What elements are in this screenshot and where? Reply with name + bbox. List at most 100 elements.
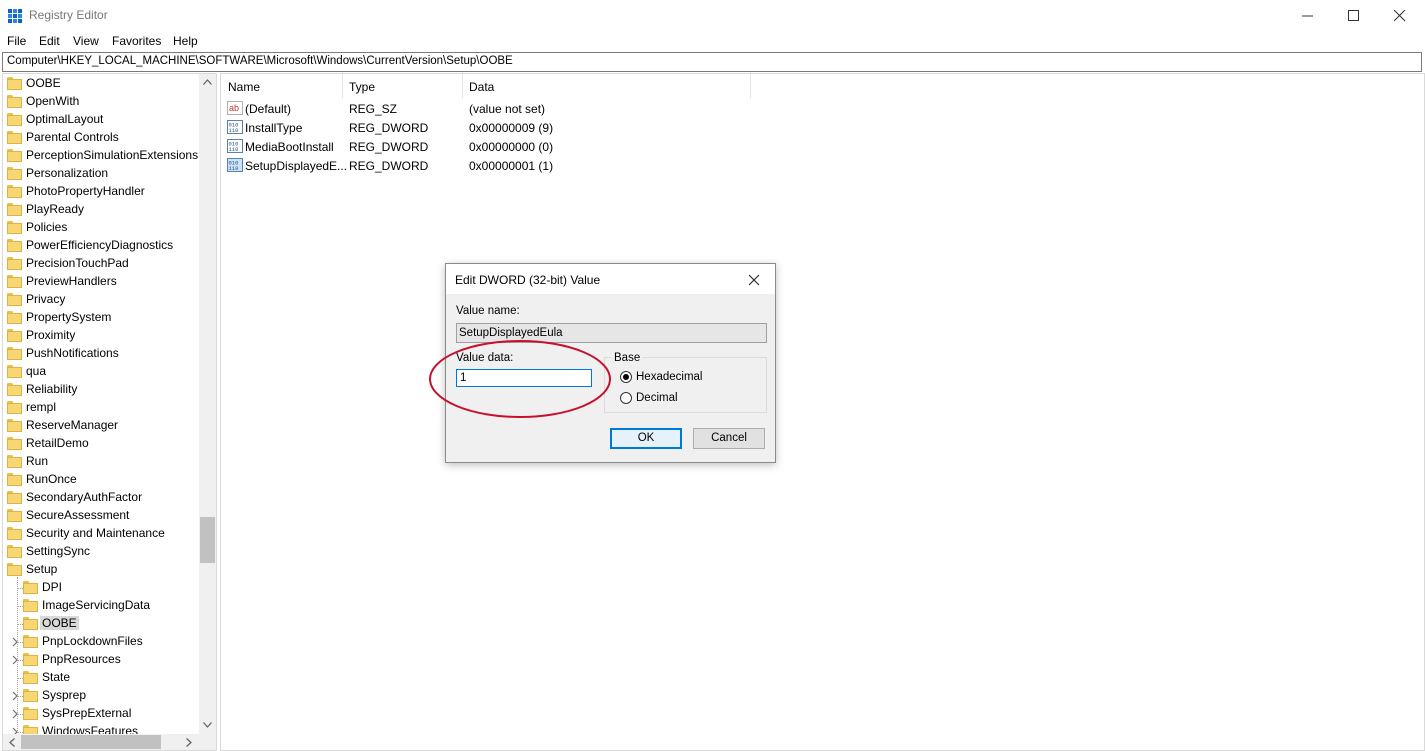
- expand-chevron-icon[interactable]: [10, 690, 20, 702]
- column-header-data[interactable]: Data: [462, 74, 751, 98]
- tree-item-label: SecureAssessment: [26, 508, 130, 522]
- minimize-icon: [1302, 15, 1313, 17]
- folder-icon: [7, 383, 22, 396]
- tree-item-optimallayout[interactable]: OptimalLayout: [3, 111, 199, 129]
- dialog-title: Edit DWORD (32-bit) Value: [455, 273, 601, 287]
- value-row[interactable]: ab (Default) REG_SZ (value not set): [221, 99, 821, 118]
- value-data-cell: 0x00000000 (0): [469, 140, 554, 154]
- ok-button[interactable]: OK: [610, 428, 682, 449]
- value-row[interactable]: 010 110 SetupDisplayedE... REG_DWORD 0x00000…: [221, 156, 821, 175]
- expand-chevron-icon[interactable]: [10, 654, 20, 666]
- expand-chevron-icon[interactable]: [10, 726, 20, 734]
- tree-item-openwith[interactable]: OpenWith: [3, 93, 199, 111]
- menu-favorites[interactable]: Favorites: [112, 34, 161, 48]
- tree-item-playready[interactable]: PlayReady: [3, 201, 199, 219]
- folder-icon: [7, 491, 22, 504]
- tree-item-run[interactable]: Run: [3, 453, 199, 471]
- scroll-right-icon[interactable]: [186, 738, 192, 747]
- menu-file[interactable]: File: [7, 34, 26, 48]
- decimal-label[interactable]: Decimal: [636, 392, 678, 404]
- tree-item-windowsfeatures[interactable]: WindowsFeatures: [3, 723, 199, 734]
- scrollbar-corner: [199, 734, 216, 750]
- tree-item-photopropertyhandler[interactable]: PhotoPropertyHandler: [3, 183, 199, 201]
- dialog-close-icon[interactable]: [746, 272, 762, 288]
- tree-item-label: Reliability: [26, 382, 78, 396]
- tree-horizontal-scroll-thumb[interactable]: [21, 735, 161, 749]
- tree-item-dpi[interactable]: DPI: [3, 579, 199, 597]
- tree-item-policies[interactable]: Policies: [3, 219, 199, 237]
- tree-item-imageservicingdata[interactable]: ImageServicingData: [3, 597, 199, 615]
- cancel-button[interactable]: Cancel: [693, 428, 765, 449]
- tree-item-precisiontouchpad[interactable]: PrecisionTouchPad: [3, 255, 199, 273]
- tree-item-proximity[interactable]: Proximity: [3, 327, 199, 345]
- minimize-button[interactable]: [1285, 0, 1331, 31]
- menu-view[interactable]: View: [73, 34, 99, 48]
- tree-item-security-and-maintenance[interactable]: Security and Maintenance: [3, 525, 199, 543]
- tree-item-previewhandlers[interactable]: PreviewHandlers: [3, 273, 199, 291]
- value-name-cell: SetupDisplayedE...: [245, 159, 348, 173]
- value-row[interactable]: 010 110 MediaBootInstall REG_DWORD 0x0000000…: [221, 137, 821, 156]
- folder-icon: [7, 149, 22, 162]
- scroll-up-icon[interactable]: [203, 79, 212, 85]
- tree-item-powerefficiencydiagnostics[interactable]: PowerEfficiencyDiagnostics: [3, 237, 199, 255]
- menu-help[interactable]: Help: [173, 34, 198, 48]
- tree-item-privacy[interactable]: Privacy: [3, 291, 199, 309]
- menu-edit[interactable]: Edit: [39, 34, 60, 48]
- tree-item-personalization[interactable]: Personalization: [3, 165, 199, 183]
- folder-icon: [23, 617, 38, 630]
- folder-icon: [7, 257, 22, 270]
- tree-vertical-scrollbar[interactable]: [199, 74, 216, 734]
- tree-item-label: PushNotifications: [26, 346, 119, 360]
- menu-bar: File Edit View Favorites Help: [0, 31, 1425, 51]
- column-header-type[interactable]: Type: [342, 74, 463, 98]
- tree-item-settingsync[interactable]: SettingSync: [3, 543, 199, 561]
- scroll-down-icon[interactable]: [203, 722, 212, 728]
- maximize-icon: [1348, 10, 1359, 21]
- maximize-button[interactable]: [1331, 0, 1377, 31]
- tree-item-pnplockdownfiles[interactable]: PnpLockdownFiles: [3, 633, 199, 651]
- tree-item-pushnotifications[interactable]: PushNotifications: [3, 345, 199, 363]
- hexadecimal-radio[interactable]: [620, 371, 632, 383]
- tree-item-label: Security and Maintenance: [26, 526, 165, 540]
- tree-item-reservemanager[interactable]: ReserveManager: [3, 417, 199, 435]
- column-type-label: Type: [349, 80, 376, 94]
- values-list-pane[interactable]: Name Type Data ab (Default) REG_SZ (value n…: [220, 73, 1425, 751]
- folder-icon: [7, 527, 22, 540]
- tree-item-state[interactable]: State: [3, 669, 199, 687]
- tree-horizontal-scrollbar[interactable]: [3, 734, 199, 750]
- tree-item-label: Run: [26, 454, 49, 468]
- tree-item-rempl[interactable]: rempl: [3, 399, 199, 417]
- tree-item-sysprepexternal[interactable]: SysPrepExternal: [3, 705, 199, 723]
- folder-icon: [23, 689, 38, 702]
- tree-item-sysprep[interactable]: Sysprep: [3, 687, 199, 705]
- tree-item-secondaryauthfactor[interactable]: SecondaryAuthFactor: [3, 489, 199, 507]
- tree-item-oobe[interactable]: OOBE: [3, 615, 199, 633]
- tree-item-label: SecondaryAuthFactor: [26, 490, 143, 504]
- tree-item-oobe[interactable]: OOBE: [3, 75, 199, 93]
- expand-chevron-icon[interactable]: [10, 708, 20, 720]
- address-bar[interactable]: Computer\HKEY_LOCAL_MACHINE\SOFTWARE\Mic…: [2, 52, 1422, 72]
- hexadecimal-label[interactable]: Hexadecimal: [636, 371, 702, 383]
- tree-item-propertysystem[interactable]: PropertySystem: [3, 309, 199, 327]
- folder-icon: [7, 167, 22, 180]
- tree-item-setup[interactable]: Setup: [3, 561, 199, 579]
- tree-item-qua[interactable]: qua: [3, 363, 199, 381]
- tree-item-parental-controls[interactable]: Parental Controls: [3, 129, 199, 147]
- tree-item-reliability[interactable]: Reliability: [3, 381, 199, 399]
- tree-item-pnpresources[interactable]: PnpResources: [3, 651, 199, 669]
- tree-item-secureassessment[interactable]: SecureAssessment: [3, 507, 199, 525]
- expand-chevron-icon[interactable]: [10, 636, 20, 648]
- tree-item-retaildemo[interactable]: RetailDemo: [3, 435, 199, 453]
- tree-item-perceptionsimulationextensions[interactable]: PerceptionSimulationExtensions: [3, 147, 199, 165]
- tree-item-label: Sysprep: [42, 688, 87, 702]
- column-header-name[interactable]: Name: [221, 74, 343, 98]
- tree-vertical-scroll-thumb[interactable]: [200, 517, 215, 563]
- decimal-radio[interactable]: [620, 392, 632, 404]
- tree-item-label: Personalization: [26, 166, 109, 180]
- tree-item-runonce[interactable]: RunOnce: [3, 471, 199, 489]
- value-row[interactable]: 010 110 InstallType REG_DWORD 0x00000009 (9): [221, 118, 821, 137]
- column-data-label: Data: [469, 80, 495, 94]
- scroll-left-icon[interactable]: [9, 738, 15, 747]
- close-button[interactable]: [1377, 0, 1423, 31]
- key-tree-pane[interactable]: OOBE OpenWith OptimalLayout Parental Contro…: [2, 73, 217, 751]
